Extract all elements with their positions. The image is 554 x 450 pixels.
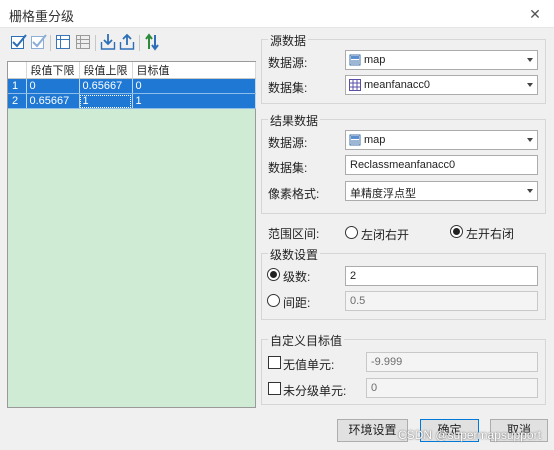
datasource-icon <box>349 134 361 146</box>
radio-left-open-right-closed[interactable] <box>450 225 463 238</box>
grid-dataset-icon <box>349 79 361 91</box>
source-data-group-title: 源数据 <box>268 32 309 49</box>
datasource-icon <box>349 54 361 66</box>
source-datasource-select[interactable]: map <box>345 50 538 70</box>
upper-bound-cell[interactable]: 1 <box>79 93 133 109</box>
radio-left-open-right-closed-label[interactable]: 左开右闭 <box>466 225 514 242</box>
chevron-down-icon[interactable] <box>527 83 533 87</box>
result-dataset-input[interactable]: Reclassmeanfanacc0 <box>345 155 538 175</box>
toolbar <box>8 33 258 55</box>
source-dataset-label: 数据集: <box>268 81 308 95</box>
target-value-cell[interactable]: 1 <box>132 93 256 109</box>
toolbar-separator <box>50 35 51 51</box>
lower-bound-cell[interactable]: 0.65667 <box>26 93 80 109</box>
reclass-table[interactable]: 段值下限 段值上限 目标值 1 0 0.65667 0 2 0.65667 1 … <box>7 61 256 408</box>
column-header-lower[interactable]: 段值下限 <box>26 62 80 79</box>
nodata-cell-label[interactable]: 无值单元: <box>283 356 334 373</box>
level-count-input[interactable]: 2 <box>345 266 538 286</box>
close-icon[interactable]: ✕ <box>520 2 550 26</box>
source-datasource-label: 数据源: <box>268 56 308 70</box>
watermark: CSDN @supermapsupport <box>398 428 541 442</box>
row-number: 1 <box>8 78 27 94</box>
table-row[interactable]: 2 0.65667 1 1 <box>8 93 256 109</box>
insert-row-icon[interactable] <box>54 33 72 53</box>
pixel-format-select[interactable]: 单精度浮点型 <box>345 181 538 201</box>
reverse-order-icon[interactable] <box>143 33 161 53</box>
source-dataset-value: meanfanacc0 <box>364 79 431 91</box>
custom-target-group-title: 自定义目标值 <box>268 332 345 349</box>
delete-row-icon[interactable] <box>74 33 92 53</box>
export-icon[interactable] <box>118 33 136 53</box>
result-data-group-title: 结果数据 <box>268 112 321 129</box>
interval-label[interactable]: 间距: <box>283 294 310 311</box>
toolbar-separator <box>139 35 140 51</box>
check-all-icon[interactable] <box>10 33 28 53</box>
window-title: 栅格重分级 <box>9 9 75 24</box>
range-interval-label: 范围区间: <box>268 227 320 241</box>
result-datasource-select[interactable]: map <box>345 130 538 150</box>
chevron-down-icon[interactable] <box>527 189 533 193</box>
unclassified-cell-label[interactable]: 未分级单元: <box>283 382 346 399</box>
reclass-grid: 段值下限 段值上限 目标值 1 0 0.65667 0 2 0.65667 1 … <box>8 62 256 109</box>
unclassified-value-input: 0 <box>366 378 538 398</box>
upper-bound-cell[interactable]: 0.65667 <box>79 78 133 94</box>
table-header-row: 段值下限 段值上限 目标值 <box>8 62 256 79</box>
level-count-label[interactable]: 级数: <box>283 268 310 285</box>
lower-bound-cell[interactable]: 0 <box>26 78 80 94</box>
title-bar: 栅格重分级 ✕ <box>0 0 554 28</box>
radio-left-closed-right-open-label[interactable]: 左闭右开 <box>361 226 409 243</box>
radio-level-count[interactable] <box>267 268 280 281</box>
row-number-header <box>8 62 27 79</box>
result-datasource-label: 数据源: <box>268 136 308 150</box>
source-dataset-select[interactable]: meanfanacc0 <box>345 75 538 95</box>
nodata-value-input: -9.999 <box>366 352 538 372</box>
table-row[interactable]: 1 0 0.65667 0 <box>8 78 256 94</box>
level-settings-group-title: 级数设置 <box>268 246 321 263</box>
interval-input: 0.5 <box>345 291 538 311</box>
pixel-format-label: 像素格式: <box>268 187 320 201</box>
target-value-cell[interactable]: 0 <box>132 78 256 94</box>
radio-interval[interactable] <box>267 294 280 307</box>
chevron-down-icon[interactable] <box>527 58 533 62</box>
row-number: 2 <box>8 93 27 109</box>
pixel-format-value: 单精度浮点型 <box>350 188 416 200</box>
import-icon[interactable] <box>99 33 117 53</box>
result-dataset-label: 数据集: <box>268 161 308 175</box>
nodata-cell-checkbox[interactable] <box>268 356 281 369</box>
toolbar-separator <box>95 35 96 51</box>
uncheck-all-icon[interactable] <box>30 33 48 53</box>
column-header-target[interactable]: 目标值 <box>132 62 256 79</box>
chevron-down-icon[interactable] <box>527 138 533 142</box>
radio-left-closed-right-open[interactable] <box>345 226 358 239</box>
unclassified-cell-checkbox[interactable] <box>268 382 281 395</box>
result-datasource-value: map <box>364 134 386 146</box>
source-datasource-value: map <box>364 54 386 66</box>
column-header-upper[interactable]: 段值上限 <box>79 62 133 79</box>
